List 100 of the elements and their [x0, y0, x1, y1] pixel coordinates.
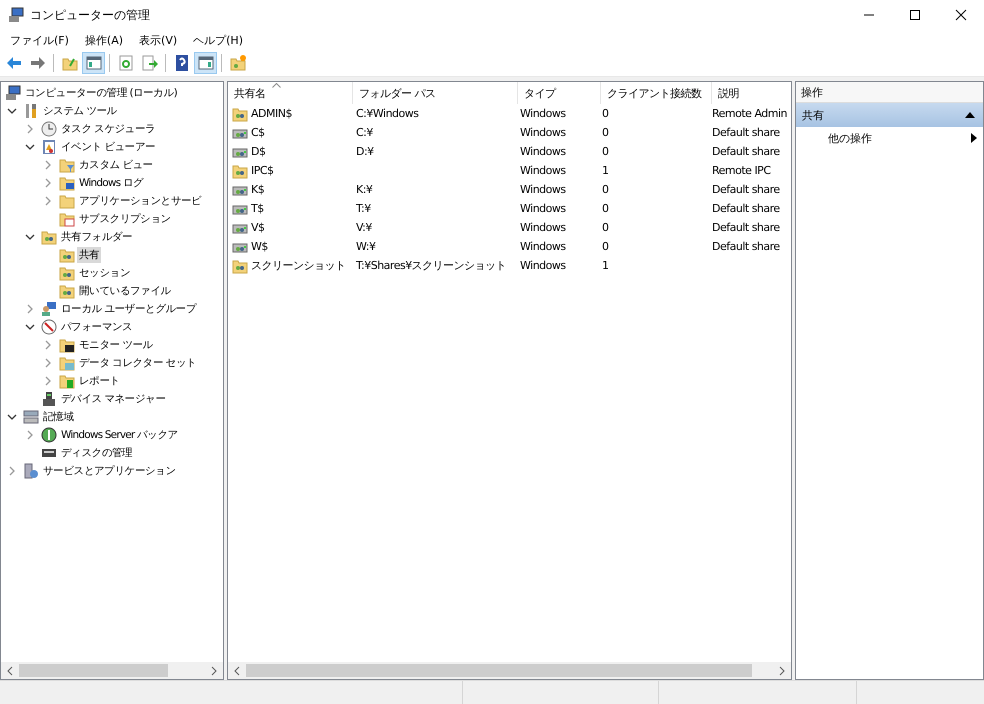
- tree-item[interactable]: Windows Server バックア: [59, 427, 180, 443]
- collapsed-chevron-icon[interactable]: [43, 376, 53, 386]
- table-cell: Windows: [520, 202, 566, 215]
- collapsed-chevron-icon[interactable]: [25, 430, 35, 440]
- back-icon: [6, 55, 22, 71]
- actions-toolbar-button[interactable]: [194, 52, 217, 74]
- table-cell[interactable]: スクリーンショット: [251, 258, 346, 273]
- tree-item[interactable]: イベント ビューアー: [59, 139, 158, 155]
- tree-item[interactable]: 共有: [77, 247, 102, 263]
- column-header[interactable]: 説明: [712, 82, 791, 104]
- table-cell: Windows: [520, 183, 566, 196]
- tree-item[interactable]: ローカル ユーザーとグループ: [59, 301, 198, 317]
- collapsed-chevron-icon[interactable]: [43, 358, 53, 368]
- tree-item[interactable]: デバイス マネージャー: [59, 391, 168, 407]
- menu-item[interactable]: 操作(A): [76, 32, 132, 48]
- table-cell: Remote Admin: [712, 107, 787, 120]
- collapsed-chevron-icon[interactable]: [43, 340, 53, 350]
- table-cell: Windows: [520, 164, 566, 177]
- tree-item[interactable]: ディスクの管理: [59, 445, 134, 461]
- table-cell[interactable]: W$: [251, 240, 268, 253]
- actions-header: 操作: [796, 82, 983, 103]
- table-cell: Windows: [520, 126, 566, 139]
- tree-item[interactable]: システム ツール: [41, 103, 119, 119]
- table-cell: 1: [602, 164, 608, 177]
- actions-section-header[interactable]: 共有: [796, 103, 983, 127]
- table-cell: Windows: [520, 259, 566, 272]
- collapsed-chevron-icon[interactable]: [43, 160, 53, 170]
- share-icon: [59, 247, 75, 263]
- tree-item[interactable]: カスタム ビュー: [77, 157, 155, 173]
- expanded-chevron-icon[interactable]: [7, 106, 17, 116]
- table-cell[interactable]: K$: [251, 183, 264, 196]
- table-cell: 0: [602, 145, 608, 158]
- tree-item[interactable]: サブスクリプション: [77, 211, 173, 227]
- computer-icon: [8, 7, 24, 23]
- folder-icon: [59, 193, 75, 209]
- tree-item[interactable]: セッション: [77, 265, 132, 281]
- menu-item[interactable]: ヘルプ(H): [185, 32, 251, 48]
- calfolder-icon: [59, 211, 75, 227]
- collapsed-chevron-icon[interactable]: [43, 178, 53, 188]
- tree-item[interactable]: コンピューターの管理 (ローカル): [23, 85, 179, 101]
- horizontal-scrollbar[interactable]: [1, 662, 223, 679]
- tree-item[interactable]: 記憶域: [41, 409, 76, 425]
- table-cell: Windows: [520, 107, 566, 120]
- users-icon: [41, 301, 57, 317]
- tree-item[interactable]: パフォーマンス: [59, 319, 134, 335]
- column-header[interactable]: 共有名: [228, 82, 353, 104]
- table-cell: Default share: [712, 221, 780, 234]
- tree-item[interactable]: データ コレクター セット: [77, 355, 198, 371]
- menu-item[interactable]: ファイル(F): [2, 32, 77, 48]
- collapsed-chevron-icon[interactable]: [7, 466, 17, 476]
- tree-item[interactable]: Windows ログ: [77, 175, 146, 191]
- tree-item[interactable]: 共有フォルダー: [59, 229, 134, 245]
- help-icon: [174, 55, 190, 71]
- share-icon: [41, 229, 57, 245]
- monitorfolder-icon: [59, 175, 75, 191]
- tree-item[interactable]: アプリケーションとサービ: [77, 193, 204, 209]
- tree-item[interactable]: レポート: [77, 373, 122, 389]
- collapsed-chevron-icon[interactable]: [25, 304, 35, 314]
- tree-toolbar-button[interactable]: [82, 52, 105, 74]
- table-cell[interactable]: D$: [251, 145, 266, 158]
- share-icon: [59, 265, 75, 281]
- share-icon: [232, 258, 248, 274]
- expanded-chevron-icon[interactable]: [7, 412, 17, 422]
- tree-item[interactable]: タスク スケジューラ: [59, 121, 158, 137]
- table-cell: Default share: [712, 202, 780, 215]
- table-cell[interactable]: V$: [251, 221, 265, 234]
- refresh-icon: [118, 55, 134, 71]
- chartfolder-icon: [59, 337, 75, 353]
- tree-icon: [86, 55, 102, 71]
- table-cell[interactable]: C$: [251, 126, 265, 139]
- column-header[interactable]: クライアント接続数: [601, 82, 712, 104]
- action-item[interactable]: 他の操作: [796, 127, 983, 149]
- expanded-chevron-icon[interactable]: [25, 232, 35, 242]
- table-cell: D:¥: [356, 145, 374, 158]
- column-header[interactable]: フォルダー パス: [353, 82, 518, 104]
- table-cell[interactable]: T$: [251, 202, 264, 215]
- table-cell: Windows: [520, 221, 566, 234]
- column-header[interactable]: タイプ: [518, 82, 601, 104]
- filter-icon: [59, 157, 75, 173]
- tree-item[interactable]: サービスとアプリケーション: [41, 463, 178, 479]
- table-cell[interactable]: IPC$: [251, 164, 274, 177]
- export-icon: [142, 55, 158, 71]
- table-cell: Windows: [520, 145, 566, 158]
- table-cell: Default share: [712, 183, 780, 196]
- expanded-chevron-icon[interactable]: [25, 142, 35, 152]
- tree-item[interactable]: 開いているファイル: [77, 283, 173, 299]
- expanded-chevron-icon[interactable]: [25, 322, 35, 332]
- menu-item[interactable]: 表示(V): [131, 32, 186, 48]
- table-cell: 0: [602, 126, 608, 139]
- table-cell: Windows: [520, 240, 566, 253]
- log-icon: [41, 139, 57, 155]
- tree-item[interactable]: モニター ツール: [77, 337, 155, 353]
- horizontal-scrollbar[interactable]: [228, 662, 791, 679]
- table-cell: 1: [602, 259, 608, 272]
- clock-icon: [41, 121, 57, 137]
- table-cell[interactable]: ADMIN$: [251, 107, 292, 120]
- table-cell: Default share: [712, 240, 780, 253]
- collapsed-chevron-icon[interactable]: [43, 196, 53, 206]
- collapsed-chevron-icon[interactable]: [25, 124, 35, 134]
- table-cell: 0: [602, 221, 608, 234]
